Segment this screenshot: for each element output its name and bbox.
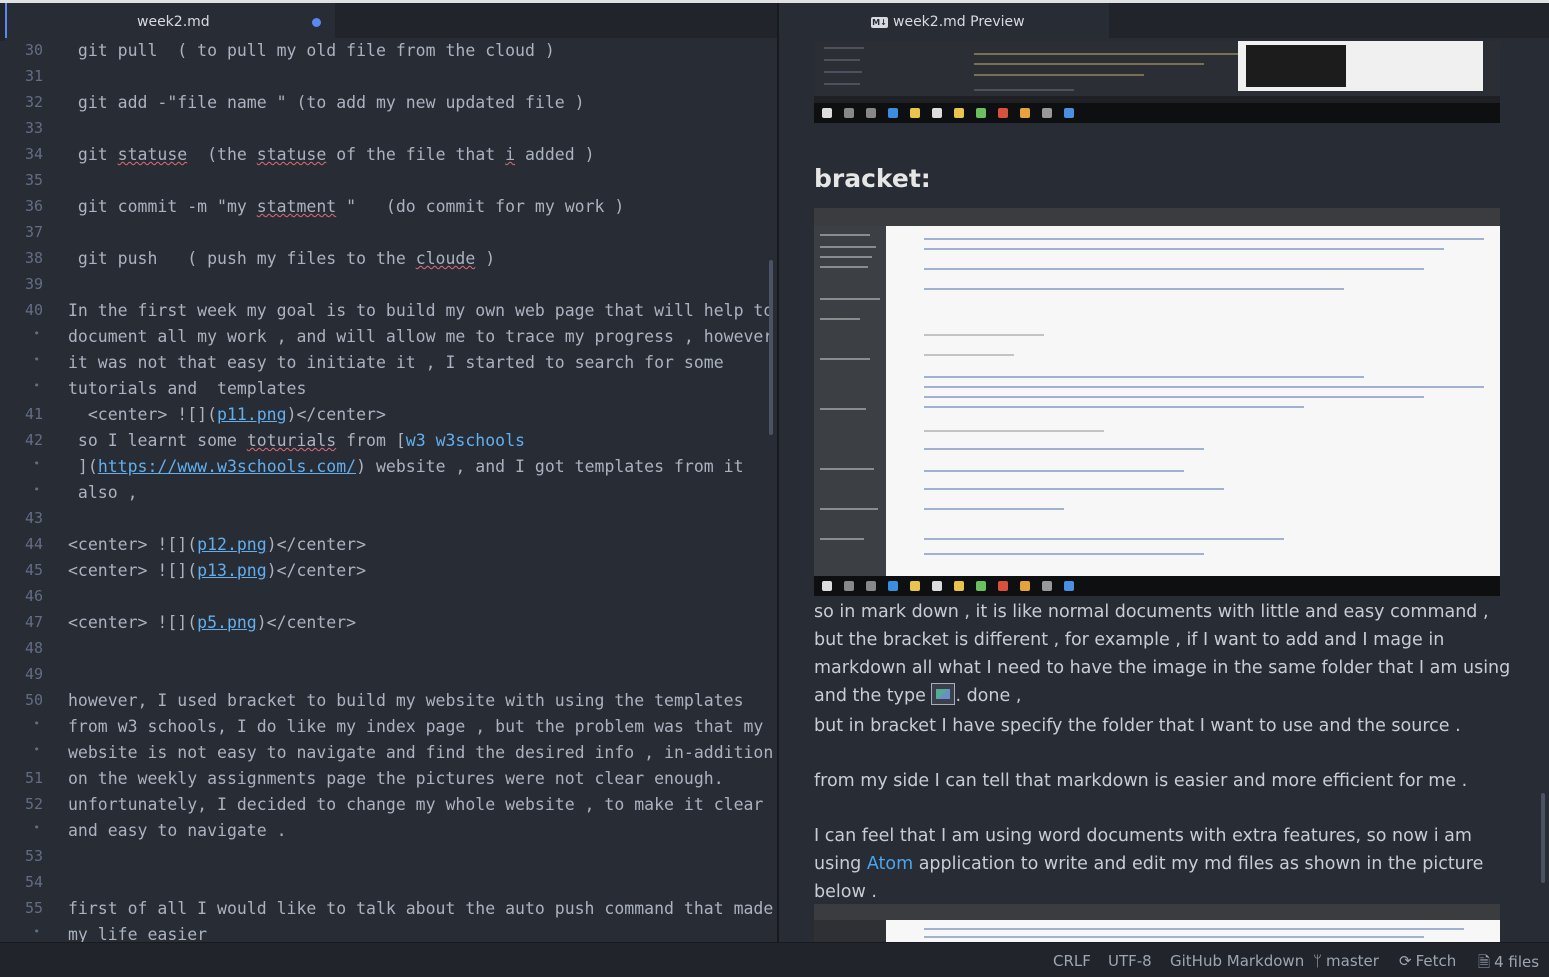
files-count-label: 4 files <box>1494 953 1540 971</box>
text-editor[interactable]: 30 31 32 33 34 35 36 37 38 39 40 • • • 41 42 • • 43 44 45 46 4… <box>5 38 777 942</box>
grammar-selector[interactable]: GitHub Markdown <box>1170 952 1304 970</box>
code-line[interactable]: <center> ![](p11.png)</center> <box>68 402 386 428</box>
code-line[interactable]: git statuse (the statuse of the file tha… <box>68 142 595 168</box>
code-line[interactable]: <center> ![](p13.png)</center> <box>68 558 366 584</box>
encoding-indicator[interactable]: UTF-8 <box>1108 952 1152 970</box>
line-number: • <box>33 457 40 470</box>
branch-button[interactable]: ᛘ master <box>1313 952 1379 970</box>
line-number: 46 <box>24 587 43 605</box>
code-line[interactable]: from w3 schools, I do like my index page… <box>68 714 763 740</box>
line-ending-indicator[interactable]: CRLF <box>1053 952 1091 970</box>
code-line[interactable]: website is not easy to navigate and find… <box>68 740 773 766</box>
taskbar <box>814 576 1500 596</box>
code-line[interactable]: it was not that easy to initiate it , I … <box>68 350 724 376</box>
preview-paragraph: but in bracket I have specify the folder… <box>814 716 1461 736</box>
code-line[interactable]: git push ( push my files to the cloude ) <box>68 246 495 272</box>
code-line[interactable]: so I learnt some toturials from [w3 w3sc… <box>68 428 525 454</box>
preview-text: . done , <box>955 686 1022 706</box>
line-number: • <box>33 743 40 756</box>
code-line[interactable]: first of all I would like to talk about … <box>68 896 773 922</box>
code-line[interactable]: git add -"file name " (to add my new upd… <box>68 90 585 116</box>
line-number: 38 <box>24 249 43 267</box>
taskbar <box>814 103 1500 123</box>
fetch-button[interactable]: ⟳ Fetch <box>1399 952 1456 970</box>
line-number: 47 <box>24 613 43 631</box>
preview-screenshot-image <box>814 208 1500 596</box>
line-number: 54 <box>24 873 43 891</box>
preview-heading: bracket: <box>814 164 931 193</box>
preview-paragraph: from my side I can tell that markdown is… <box>814 771 1468 791</box>
diff-file-icon: 🗎 <box>1478 953 1491 971</box>
preview-scrollbar[interactable] <box>1541 793 1545 883</box>
preview-screenshot-image <box>814 904 1500 942</box>
code-line[interactable]: <center> ![](p12.png)</center> <box>68 532 366 558</box>
line-number: • <box>33 353 40 366</box>
line-number: • <box>33 327 40 340</box>
line-number: 50 <box>24 691 43 709</box>
tab-bar: week2.md M↓ week2.md Preview <box>0 0 1549 41</box>
code-line[interactable]: git commit -m "my statment " (do commit … <box>68 194 624 220</box>
code-line[interactable]: In the first week my goal is to build my… <box>68 298 773 324</box>
line-number: 32 <box>24 93 43 111</box>
line-number: 37 <box>24 223 43 241</box>
sync-icon: ⟳ <box>1399 952 1412 970</box>
line-number: 51 <box>24 769 43 787</box>
line-number: 48 <box>24 639 43 657</box>
atom-link[interactable]: Atom <box>867 854 913 874</box>
preview-paragraph: so in mark down , it is like normal docu… <box>814 598 1514 710</box>
markdown-icon: M↓ <box>871 17 888 28</box>
code-line[interactable]: <center> ![](p5.png)</center> <box>68 610 356 636</box>
branch-label: master <box>1326 952 1379 970</box>
tab-title: week2.md Preview <box>893 14 1025 30</box>
line-number: 42 <box>24 431 43 449</box>
tab-title: week2.md <box>137 14 210 30</box>
code-line[interactable]: my life easier <box>68 922 207 942</box>
tab-week2-md-preview[interactable]: M↓ week2.md Preview <box>779 3 1109 41</box>
fetch-label: Fetch <box>1415 952 1457 970</box>
code-line[interactable]: and easy to navigate . <box>68 818 287 844</box>
line-number: 49 <box>24 665 43 683</box>
tab-week2-md[interactable]: week2.md <box>5 3 335 41</box>
line-number: • <box>33 379 40 392</box>
line-number: • <box>33 717 40 730</box>
changed-files-button[interactable]: 🗎 4 files <box>1478 952 1539 977</box>
broken-image-icon <box>931 683 956 705</box>
line-number: 35 <box>24 171 43 189</box>
line-number: • <box>33 925 40 938</box>
line-number: 52 <box>24 795 43 813</box>
preview-text: so in mark down , it is like normal docu… <box>814 602 1511 706</box>
markdown-preview[interactable]: bracket: so in mark down , it is like no… <box>779 38 1549 942</box>
preview-text: application to write and edit my md file… <box>814 854 1484 902</box>
line-number: 43 <box>24 509 43 527</box>
line-number: 44 <box>24 535 43 553</box>
code-line[interactable]: document all my work , and will allow me… <box>68 324 773 350</box>
code-line[interactable]: on the weekly assignments page the pictu… <box>68 766 724 792</box>
line-number: 55 <box>24 899 43 917</box>
git-branch-icon: ᛘ <box>1313 952 1323 970</box>
line-number: 34 <box>24 145 43 163</box>
line-number: 53 <box>24 847 43 865</box>
line-number: 31 <box>24 67 43 85</box>
modified-indicator-icon[interactable] <box>312 18 321 27</box>
code-line[interactable]: tutorials and templates <box>68 376 306 402</box>
line-number: 45 <box>24 561 43 579</box>
line-number: 36 <box>24 197 43 215</box>
code-line[interactable]: also , <box>68 480 138 506</box>
line-number: • <box>33 821 40 834</box>
line-number: 39 <box>24 275 43 293</box>
code-line[interactable]: git pull ( to pull my old file from the … <box>68 38 555 64</box>
preview-screenshot-image <box>814 41 1500 123</box>
code-line[interactable]: unfortunately, I decided to change my wh… <box>68 792 763 818</box>
line-number: 30 <box>24 41 43 59</box>
line-number: 41 <box>24 405 43 423</box>
line-number: 40 <box>24 301 43 319</box>
line-number: 33 <box>24 119 43 137</box>
code-line[interactable]: ](https://www.w3schools.com/) website , … <box>68 454 744 480</box>
code-line[interactable]: however, I used bracket to build my webs… <box>68 688 744 714</box>
line-number: • <box>33 483 40 496</box>
editor-scrollbar[interactable] <box>769 260 773 435</box>
status-bar: CRLF UTF-8 GitHub Markdown ᛘ master ⟳ Fetc… <box>0 942 1549 977</box>
preview-paragraph: I can feel that I am using word document… <box>814 822 1514 906</box>
